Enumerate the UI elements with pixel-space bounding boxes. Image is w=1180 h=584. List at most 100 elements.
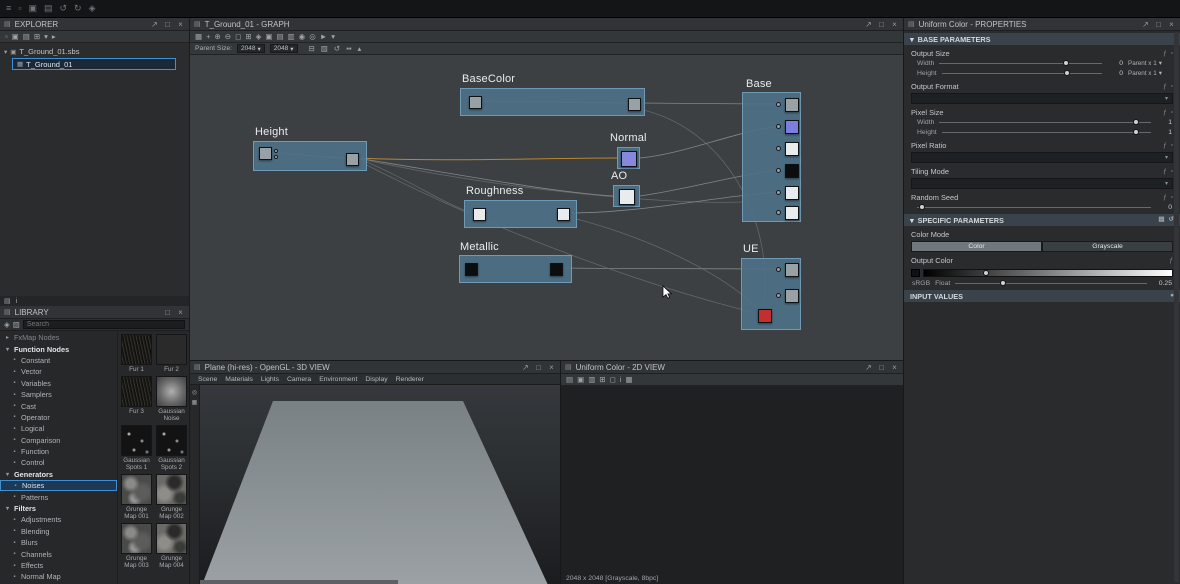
library-tree-item[interactable]: ▪ Operator (0, 412, 117, 423)
grid-toggle-icon[interactable]: ⊞ (245, 33, 251, 41)
pointer-tool-icon[interactable]: ▦ (195, 33, 202, 41)
edit-presets-icon[interactable]: ▨ (13, 321, 20, 329)
zoom-fit-icon[interactable]: ◻ (610, 376, 616, 384)
grayscale-value-slider[interactable] (955, 279, 1147, 287)
ue-output-node[interactable] (785, 263, 799, 277)
add-frame-icon[interactable]: ▥ (288, 33, 295, 41)
pixel-ratio-dropdown[interactable]: ▾ (911, 152, 1173, 163)
zoom-out-icon[interactable]: ⊖ (225, 33, 231, 41)
pixel-height-slider[interactable] (941, 128, 1151, 136)
function-icon[interactable]: ƒ (1163, 83, 1167, 90)
save-image-icon[interactable]: ▤ (566, 376, 573, 384)
roughness-frame[interactable] (464, 200, 577, 228)
library-tree-item[interactable]: ▾ Filters (0, 503, 117, 514)
redo-icon[interactable]: ↻ (74, 4, 82, 13)
preset-icon[interactable]: ▤ (1158, 216, 1164, 224)
close-icon[interactable]: × (176, 20, 185, 29)
grid-icon[interactable]: ▦ (625, 376, 632, 384)
base-output-node[interactable] (785, 120, 799, 134)
maximize-icon[interactable]: □ (1154, 20, 1163, 29)
metallic-frame[interactable] (459, 255, 572, 283)
library-thumbnail[interactable]: Fur 3 (121, 376, 152, 422)
section-base-parameters[interactable]: ▾ BASE PARAMETERS (904, 33, 1180, 45)
library-tree-item[interactable]: ▪ Variables (0, 378, 117, 389)
snap-toggle-icon[interactable]: ◈ (256, 33, 262, 41)
library-tree-item[interactable]: ▪ Adjustments (0, 514, 117, 525)
basecolor-input-node[interactable] (469, 96, 482, 109)
width-mode-dropdown[interactable]: Parent x 1 ▾ (1128, 60, 1172, 67)
display-mode-icon[interactable]: ▦ (192, 400, 198, 406)
close-icon[interactable]: × (176, 308, 185, 317)
view3d-menu-item[interactable]: Renderer (396, 376, 424, 383)
properties-scrollbar[interactable] (1174, 32, 1179, 582)
pixel-width-slider[interactable] (939, 118, 1151, 126)
color-picker-icon[interactable] (911, 269, 920, 277)
options-icon[interactable]: ▫ (1171, 142, 1173, 149)
library-tree-item[interactable]: ▪ Noises (0, 480, 117, 492)
height-slider[interactable] (941, 69, 1102, 77)
size-dropdown[interactable]: 2048 ▾ (269, 44, 298, 53)
close-icon[interactable]: × (890, 20, 899, 29)
function-icon[interactable]: ƒ (1163, 50, 1167, 57)
close-icon[interactable]: × (890, 363, 899, 372)
library-tree-item[interactable]: ▾ Function Nodes (0, 343, 117, 354)
view3d-menu-item[interactable]: Camera (287, 376, 311, 383)
open-file-icon[interactable]: ▣ (28, 4, 37, 13)
pin-view-icon[interactable]: ◉ (299, 33, 306, 41)
library-tree-item[interactable]: ▪ Vector (0, 366, 117, 377)
library-thumbnail[interactable]: Gaussian Spots 2 (156, 425, 187, 471)
output-ring[interactable] (776, 146, 781, 151)
function-icon[interactable]: ƒ (1169, 257, 1173, 264)
height-input-node[interactable] (259, 147, 272, 160)
output-ring[interactable] (776, 190, 781, 195)
library-tree-item[interactable]: ▪ Samplers (0, 389, 117, 400)
normal-node[interactable] (621, 151, 637, 167)
height-frame[interactable] (253, 141, 367, 171)
float-icon[interactable]: ↗ (150, 20, 159, 29)
library-tree-item[interactable]: ▸ FxMap Nodes (0, 332, 117, 343)
library-tree-item[interactable]: ▪ Patterns (0, 491, 117, 502)
filter-icon[interactable]: ◈ (4, 321, 10, 329)
float-icon[interactable]: ↗ (864, 363, 873, 372)
ue-output-node[interactable] (785, 289, 799, 303)
color-mode-grayscale-button[interactable]: Grayscale (1042, 241, 1173, 252)
library-thumbnail[interactable]: Grunge Map 002 (156, 474, 187, 520)
info-icon[interactable]: i (620, 376, 622, 384)
maximize-icon[interactable]: □ (163, 308, 172, 317)
camera-preset-icon[interactable]: ◎ (192, 390, 197, 396)
library-tree-item[interactable]: ▪ Channels (0, 548, 117, 559)
base-frame[interactable] (742, 92, 801, 222)
view3d-menu-item[interactable]: Scene (198, 376, 217, 383)
close-icon[interactable]: × (547, 363, 556, 372)
new-package-icon[interactable]: ▫ (5, 33, 8, 41)
ramp-knob[interactable] (983, 270, 989, 276)
node-graph-canvas[interactable]: BaseColor Height Normal AO Roughness Met… (190, 55, 903, 360)
output-ring[interactable] (776, 267, 781, 272)
color-mode-color-button[interactable]: Color (911, 241, 1042, 252)
undo-icon[interactable]: ↺ (60, 4, 68, 13)
base-output-node[interactable] (785, 98, 799, 112)
options-icon[interactable]: ▫ (1171, 194, 1173, 201)
float-icon[interactable]: ↗ (1141, 20, 1150, 29)
library-thumbnail[interactable]: Grunge Map 001 (121, 474, 152, 520)
metallic-output-node[interactable] (550, 263, 563, 276)
expand-all-icon[interactable]: ▾ (44, 33, 48, 41)
link-package-icon[interactable]: ⊞ (34, 33, 40, 41)
new-file-icon[interactable]: ▫ (18, 4, 21, 13)
add-node-icon[interactable]: ▣ (265, 33, 272, 41)
base-output-node[interactable] (785, 186, 799, 200)
height-mode-dropdown[interactable]: Parent x 1 ▾ (1128, 70, 1172, 77)
home-view-icon[interactable]: ▴ (358, 45, 362, 53)
app-menu-icon[interactable]: ≡ (6, 4, 11, 13)
view3d-scrollbar[interactable] (200, 580, 398, 584)
normal-frame[interactable] (617, 147, 640, 169)
maximize-icon[interactable]: □ (877, 363, 886, 372)
output-ring[interactable] (776, 168, 781, 173)
uniform-color-node[interactable] (758, 309, 772, 323)
section-input-values[interactable]: INPUT VALUES ● (904, 290, 1180, 302)
output-ring[interactable] (776, 102, 781, 107)
color-ramp[interactable] (923, 269, 1173, 277)
save-icon[interactable]: ▤ (44, 4, 53, 13)
library-thumbnail[interactable]: Gaussian Noise (156, 376, 187, 422)
library-tree-item[interactable]: ▪ Logical (0, 423, 117, 434)
